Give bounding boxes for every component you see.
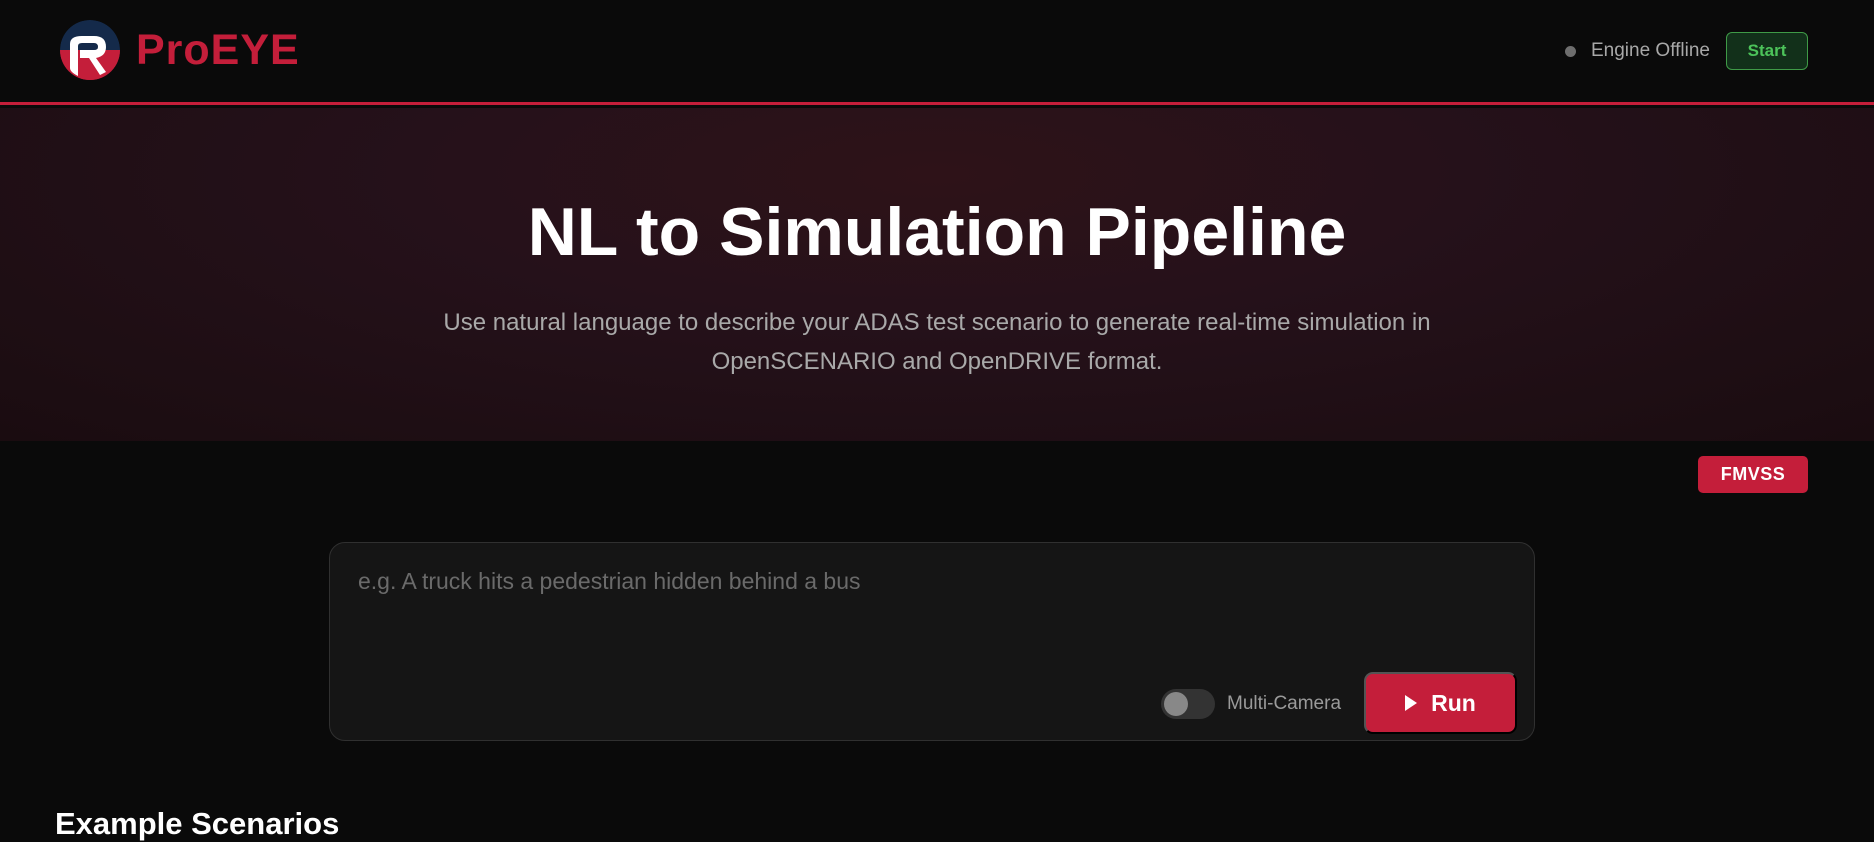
page-title: NL to Simulation Pipeline (527, 194, 1347, 270)
run-button-label: Run (1431, 689, 1476, 716)
status-dot-icon (1564, 45, 1576, 57)
fmvss-badge[interactable]: FMVSS (1698, 456, 1808, 493)
play-icon (1405, 695, 1418, 711)
hero-banner: NL to Simulation Pipeline Use natural la… (0, 108, 1874, 441)
multi-camera-toggle[interactable] (1161, 689, 1215, 719)
brand-name: ProEYE (136, 25, 300, 74)
scenario-prompt-panel: Multi-Camera Run (329, 542, 1535, 741)
start-engine-button[interactable]: Start (1726, 32, 1808, 70)
app-header: ProEYE Engine Offline Start (0, 0, 1874, 105)
engine-status: Engine Offline Start (1564, 32, 1808, 70)
page-subtitle-line-1: Use natural language to describe your AD… (443, 309, 1431, 336)
example-scenarios-heading: Example Scenarios (55, 806, 340, 841)
page-subtitle: Use natural language to describe your AD… (400, 303, 1474, 381)
page-subtitle-line-2: OpenSCENARIO and OpenDRIVE format. (711, 348, 1163, 375)
brand-logo[interactable]: ProEYE (60, 20, 300, 80)
run-button[interactable]: Run (1364, 672, 1517, 734)
scenario-input[interactable] (358, 568, 1498, 648)
proeye-logo-icon (60, 20, 120, 80)
toggle-knob (1164, 692, 1188, 716)
multi-camera-toggle-group: Multi-Camera (1161, 689, 1341, 719)
engine-status-text: Engine Offline (1590, 40, 1710, 61)
multi-camera-label: Multi-Camera (1227, 693, 1342, 714)
